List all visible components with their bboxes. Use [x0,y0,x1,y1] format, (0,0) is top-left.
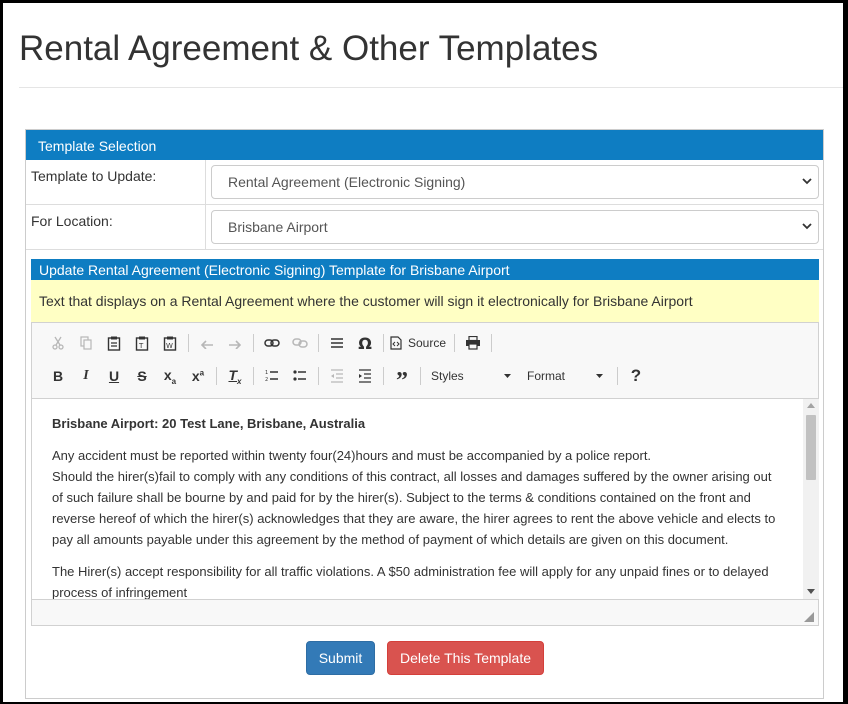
template-help-text: Text that displays on a Rental Agreement… [31,280,819,322]
caret-down-icon [504,374,511,378]
horizontal-rule-icon[interactable] [323,331,351,355]
editor-content[interactable]: Brisbane Airport: 20 Test Lane, Brisbane… [32,399,803,599]
source-button-label[interactable]: Source [404,336,450,350]
scroll-down-icon[interactable] [807,589,815,595]
location-select[interactable]: Brisbane Airport [211,210,819,244]
underline-icon[interactable]: U [100,364,128,388]
paste-word-icon[interactable]: W [156,331,184,355]
toolbar-separator [253,334,254,352]
remove-format-icon[interactable]: Tx [221,364,249,388]
toolbar-separator [454,334,456,352]
toolbar-separator [420,367,421,385]
editor-heading: Brisbane Airport: 20 Test Lane, Brisbane… [52,416,366,431]
format-dropdown-label: Format [527,369,566,383]
rich-text-editor: T W Ω Source B I U S xa xa Tx 1 2 ” Styl… [31,322,819,626]
scroll-up-icon[interactable] [807,403,815,409]
chevron-down-icon [802,222,812,230]
location-select-value: Brisbane Airport [228,219,328,235]
link-icon[interactable] [258,331,286,355]
subscript-icon[interactable]: xa [156,364,184,388]
app-window: Rental Agreement & Other Templates Templ… [3,3,843,702]
redo-icon[interactable] [221,331,249,355]
copy-icon[interactable] [72,331,100,355]
svg-text:W: W [166,342,173,350]
styles-dropdown-label: Styles [431,369,464,383]
outdent-icon[interactable] [323,364,351,388]
editor-paragraph-line: Any accident must be reported within twe… [52,448,652,463]
update-template-heading: Update Rental Agreement (Electronic Sign… [31,259,819,280]
svg-text:T: T [138,342,144,350]
toolbar-separator [491,334,493,352]
chevron-down-icon [802,177,812,185]
editor-paragraph: The Hirer(s) accept responsibility for a… [52,564,769,599]
cut-icon[interactable] [44,331,72,355]
bold-icon[interactable]: B [44,364,72,388]
template-select-value: Rental Agreement (Electronic Signing) [228,174,466,190]
template-select[interactable]: Rental Agreement (Electronic Signing) [211,165,819,199]
location-row: For Location: Brisbane Airport [26,205,823,250]
help-icon[interactable]: ? [622,364,650,388]
bulleted-list-icon[interactable] [286,364,314,388]
strike-icon[interactable]: S [128,364,156,388]
svg-text:1: 1 [265,370,268,376]
editor-scrollbar[interactable] [803,399,819,599]
toolbar-separator [216,367,217,385]
editor-paragraph-line: Should the hirer(s)fail to comply with a… [52,469,776,547]
toolbar-row-2: B I U S xa xa Tx 12 ” Styles Format ? [44,362,650,393]
scroll-thumb[interactable] [806,415,816,480]
indent-icon[interactable] [351,364,379,388]
undo-icon[interactable] [193,331,221,355]
toolbar-separator [617,367,618,385]
superscript-icon[interactable]: xa [184,364,212,388]
editor-toolbar: T W Ω Source B I U S xa xa Tx 1 2 ” Styl… [32,323,818,399]
toolbar-separator [383,334,384,352]
editor-status-bar [32,599,818,625]
paste-text-icon[interactable]: T [128,331,156,355]
blockquote-icon[interactable]: ” [388,364,416,393]
delete-template-button[interactable]: Delete This Template [387,641,544,675]
source-icon[interactable] [388,331,404,355]
toolbar-separator [188,334,189,352]
location-label: For Location: [26,205,206,249]
styles-dropdown[interactable]: Styles [425,364,517,388]
template-row: Template to Update: Rental Agreement (El… [26,160,823,205]
special-char-icon[interactable]: Ω [351,331,379,355]
paste-icon[interactable] [100,331,128,355]
template-selection-heading: Template Selection [26,130,823,160]
toolbar-separator [383,367,384,385]
numbered-list-icon[interactable]: 12 [258,364,286,388]
template-panel: Template Selection Template to Update: R… [25,129,824,699]
unlink-icon[interactable] [286,331,314,355]
format-dropdown[interactable]: Format [521,364,609,388]
page-title: Rental Agreement & Other Templates [19,29,599,68]
title-divider [19,87,843,88]
submit-button[interactable]: Submit [306,641,375,675]
print-icon[interactable] [459,331,487,355]
italic-icon[interactable]: I [72,364,100,388]
editor-paragraph: Any accident must be reported within twe… [52,445,783,550]
toolbar-separator [318,334,319,352]
toolbar-separator [318,367,319,385]
svg-text:2: 2 [265,377,268,383]
template-label: Template to Update: [26,160,206,204]
resize-grip-icon[interactable] [804,612,814,622]
toolbar-row-1: T W Ω Source [44,329,496,357]
caret-down-icon [596,374,603,378]
toolbar-separator [253,367,254,385]
